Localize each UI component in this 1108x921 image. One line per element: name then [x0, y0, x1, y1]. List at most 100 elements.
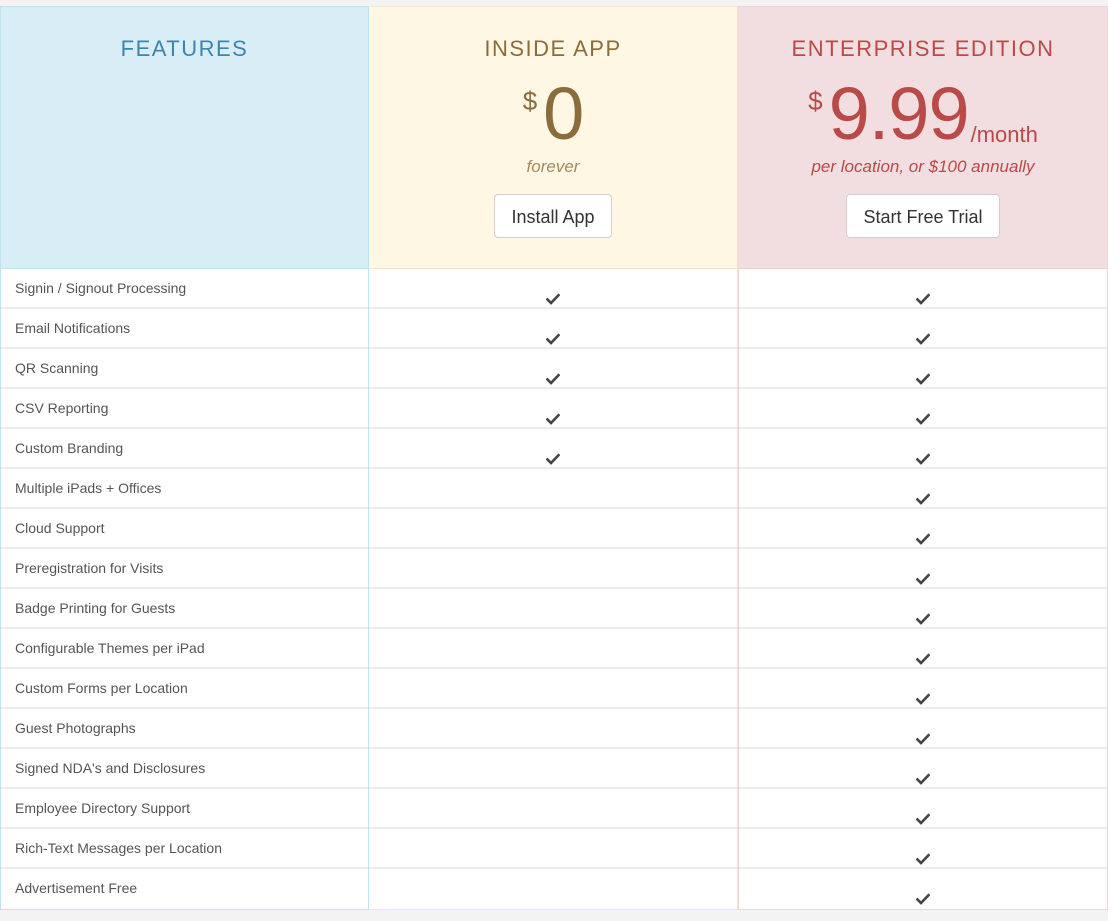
app-feature-cell — [369, 629, 737, 669]
enterprise-feature-cell — [739, 509, 1107, 549]
app-feature-cell — [369, 269, 737, 309]
app-feature-cell — [369, 749, 737, 789]
enterprise-feature-list — [739, 269, 1107, 909]
feature-row: Signin / Signout Processing — [1, 269, 368, 309]
enterprise-feature-cell — [739, 749, 1107, 789]
enterprise-feature-cell — [739, 829, 1107, 869]
check-icon — [545, 322, 561, 346]
app-feature-cell — [369, 389, 737, 429]
feature-name: Cloud Support — [15, 520, 105, 536]
check-icon — [915, 442, 931, 466]
feature-row: Configurable Themes per iPad — [1, 629, 368, 669]
feature-name: QR Scanning — [15, 360, 99, 376]
enterprise-price: $ 9.99 /month — [739, 76, 1107, 152]
feature-row: Multiple iPads + Offices — [1, 469, 368, 509]
app-feature-cell — [369, 789, 737, 829]
enterprise-subtitle: per location, or $100 annually — [811, 157, 1035, 176]
feature-name: Badge Printing for Guests — [15, 600, 176, 616]
check-icon — [915, 282, 931, 306]
feature-row: Custom Branding — [1, 429, 368, 469]
check-icon — [915, 402, 931, 426]
app-feature-cell — [369, 549, 737, 589]
enterprise-header: ENTERPRISE EDITION $ 9.99 /month per loc… — [739, 7, 1107, 269]
app-feature-cell — [369, 589, 737, 629]
feature-name: Employee Directory Support — [15, 800, 191, 816]
feature-row: Email Notifications — [1, 309, 368, 349]
feature-row: QR Scanning — [1, 349, 368, 389]
feature-row: Badge Printing for Guests — [1, 589, 368, 629]
feature-row: Advertisement Free — [1, 869, 368, 909]
feature-row: Guest Photographs — [1, 709, 368, 749]
enterprise-feature-cell — [739, 549, 1107, 589]
check-icon — [915, 602, 931, 626]
feature-name: Advertisement Free — [15, 880, 138, 896]
enterprise-feature-cell — [739, 389, 1107, 429]
enterprise-feature-cell — [739, 789, 1107, 829]
pricing-table: FEATURES Signin / Signout Processing Emai… — [0, 6, 1108, 910]
feature-row: Rich-Text Messages per Location — [1, 829, 368, 869]
check-icon — [915, 322, 931, 346]
check-icon — [915, 682, 931, 706]
check-icon — [915, 562, 931, 586]
check-icon — [545, 402, 561, 426]
features-title: FEATURES — [120, 36, 249, 61]
check-icon — [915, 362, 931, 386]
check-icon — [545, 282, 561, 306]
app-feature-cell — [369, 709, 737, 749]
app-feature-cell — [369, 669, 737, 709]
features-header: FEATURES — [1, 7, 368, 269]
price-period: /month — [970, 122, 1038, 147]
app-feature-cell — [369, 829, 737, 869]
enterprise-feature-cell — [739, 709, 1107, 749]
enterprise-feature-cell — [739, 269, 1107, 309]
check-icon — [915, 482, 931, 506]
feature-name: Rich-Text Messages per Location — [15, 840, 222, 856]
enterprise-feature-cell — [739, 629, 1107, 669]
enterprise-feature-cell — [739, 429, 1107, 469]
enterprise-feature-cell — [739, 469, 1107, 509]
feature-row: Custom Forms per Location — [1, 669, 368, 709]
check-icon — [545, 442, 561, 466]
inside-app-feature-list — [369, 269, 737, 909]
feature-name: Custom Forms per Location — [15, 680, 188, 696]
feature-name: Signed NDA's and Disclosures — [15, 760, 206, 776]
feature-name: Email Notifications — [15, 320, 131, 336]
check-icon — [915, 642, 931, 666]
enterprise-feature-cell — [739, 589, 1107, 629]
enterprise-feature-cell — [739, 869, 1107, 909]
feature-row: CSV Reporting — [1, 389, 368, 429]
install-app-button[interactable]: Install App — [494, 194, 612, 238]
check-icon — [915, 882, 931, 906]
feature-name: Multiple iPads + Offices — [15, 480, 162, 496]
inside-app-subtitle: forever — [526, 157, 580, 176]
app-feature-cell — [369, 509, 737, 549]
feature-row: Signed NDA's and Disclosures — [1, 749, 368, 789]
app-feature-cell — [369, 429, 737, 469]
features-column: FEATURES Signin / Signout Processing Emai… — [0, 6, 369, 910]
currency-symbol: $ — [808, 86, 823, 116]
enterprise-feature-cell — [739, 349, 1107, 389]
check-icon — [915, 842, 931, 866]
enterprise-title: ENTERPRISE EDITION — [791, 36, 1055, 61]
feature-name: Custom Branding — [15, 440, 124, 456]
inside-app-header: INSIDE APP $ 0 forever Install App — [369, 7, 737, 269]
app-feature-cell — [369, 869, 737, 909]
app-feature-cell — [369, 469, 737, 509]
feature-name: Signin / Signout Processing — [15, 280, 187, 296]
price-amount: 9.99 — [828, 72, 970, 155]
inside-app-column: INSIDE APP $ 0 forever Install App — [369, 6, 738, 910]
feature-row: Preregistration for Visits — [1, 549, 368, 589]
price-amount: 0 — [543, 72, 584, 155]
check-icon — [915, 802, 931, 826]
enterprise-feature-cell — [739, 669, 1107, 709]
app-feature-cell — [369, 349, 737, 389]
feature-row: Employee Directory Support — [1, 789, 368, 829]
start-free-trial-button[interactable]: Start Free Trial — [846, 194, 1000, 238]
feature-name: CSV Reporting — [15, 400, 109, 416]
feature-list: Signin / Signout Processing Email Notific… — [1, 269, 368, 909]
feature-name: Configurable Themes per iPad — [15, 640, 205, 656]
check-icon — [545, 362, 561, 386]
inside-app-title: INSIDE APP — [484, 36, 622, 61]
enterprise-feature-cell — [739, 309, 1107, 349]
feature-name: Guest Photographs — [15, 720, 136, 736]
